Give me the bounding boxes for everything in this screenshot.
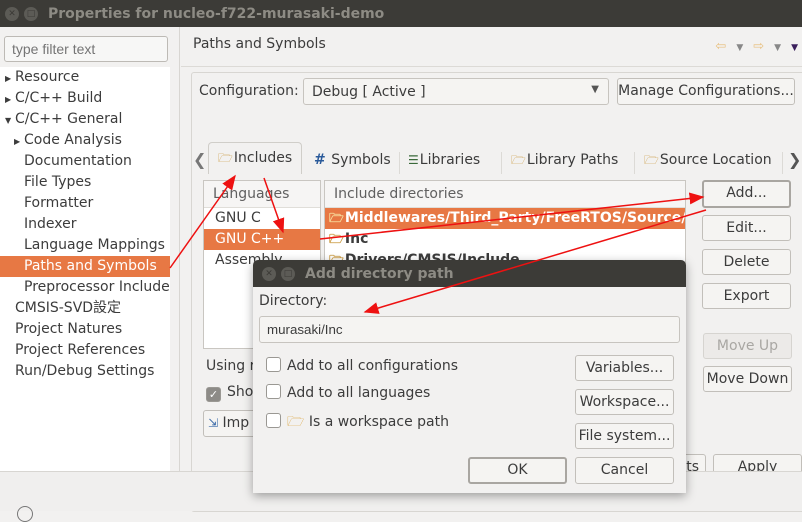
sidebar-item-preprocessor-include[interactable]: Preprocessor Include xyxy=(0,277,170,298)
tab-bar: ❮ 🗁Includes # Symbols ☰Libraries 🗁Librar… xyxy=(193,142,802,174)
include-directories-header: Include directories xyxy=(325,181,685,208)
dialog-maximize-button[interactable]: □ xyxy=(281,266,295,281)
maximize-icon: □ xyxy=(26,8,36,19)
dialog-titlebar: ✕ □ Add directory path xyxy=(253,260,686,287)
close-icon: ✕ xyxy=(265,268,273,279)
move-up-button[interactable]: Move Up xyxy=(703,333,792,359)
workspace-button[interactable]: Workspace... xyxy=(575,389,674,415)
move-down-button[interactable]: Move Down xyxy=(703,366,792,392)
sidebar-item-project-references[interactable]: Project References xyxy=(0,340,170,361)
filter-input[interactable] xyxy=(4,36,168,62)
sidebar-item-cpp-general[interactable]: ▼ C/C++ General xyxy=(0,109,170,130)
export-button[interactable]: Export xyxy=(702,283,791,309)
chevron-down-icon: ▼ xyxy=(591,84,599,95)
folder-icon: 🗁 xyxy=(287,414,305,430)
tab-symbols[interactable]: # Symbols xyxy=(314,147,391,175)
tab-divider xyxy=(782,152,783,174)
import-icon: ⇲ xyxy=(208,416,219,430)
checkbox-icon[interactable] xyxy=(266,357,281,372)
checkbox-icon[interactable] xyxy=(266,384,281,399)
directory-input[interactable] xyxy=(259,316,680,343)
libraries-icon: ☰ xyxy=(408,153,419,167)
cancel-button[interactable]: Cancel xyxy=(575,457,674,484)
sidebar-item-documentation[interactable]: Documentation xyxy=(0,151,170,172)
maximize-icon: □ xyxy=(283,268,293,279)
window-titlebar: ✕ □ Properties for nucleo-f722-murasaki-… xyxy=(0,0,802,27)
ok-button[interactable]: OK xyxy=(468,457,567,484)
include-item[interactable]: 🗁Inc xyxy=(325,229,685,250)
help-icon[interactable] xyxy=(17,506,33,522)
variables-button[interactable]: Variables... xyxy=(575,355,674,381)
forward-dropdown-icon[interactable]: ▼ xyxy=(774,39,781,57)
dialog-title: Add directory path xyxy=(305,265,454,282)
sidebar-item-file-types[interactable]: File Types xyxy=(0,172,170,193)
page-title: Paths and Symbols xyxy=(193,36,326,52)
tab-divider xyxy=(399,152,400,174)
languages-header: Languages xyxy=(204,181,320,208)
tab-divider xyxy=(501,152,502,174)
sidebar-item-paths-and-symbols[interactable]: Paths and Symbols xyxy=(0,256,170,277)
sidebar: ▶Resource ▶C/C++ Build ▼C/C++ General ▶C… xyxy=(0,27,180,471)
source-folder-icon: 🗁 xyxy=(644,153,659,167)
back-dropdown-icon[interactable]: ▼ xyxy=(736,39,743,57)
hash-icon: # xyxy=(314,152,326,168)
library-paths-icon: 🗁 xyxy=(511,153,526,167)
checkbox-checked-icon[interactable]: ✓ xyxy=(206,387,221,402)
sidebar-item-resource[interactable]: ▶ Resource xyxy=(0,67,170,88)
sidebar-item-formatter[interactable]: Formatter xyxy=(0,193,170,214)
language-item-gnu-c[interactable]: GNU C xyxy=(204,208,320,229)
checkbox-icon[interactable] xyxy=(266,413,281,428)
window-title: Properties for nucleo-f722-murasaki-demo xyxy=(48,5,385,22)
close-icon: ✕ xyxy=(8,8,16,19)
using-text: Using r xyxy=(206,358,256,374)
includes-folder-icon: 🗁 xyxy=(218,151,233,165)
tab-library-paths[interactable]: 🗁Library Paths xyxy=(511,147,618,175)
tab-divider xyxy=(634,152,635,174)
dialog-close-button[interactable]: ✕ xyxy=(262,266,276,281)
view-menu-icon[interactable]: ▼ xyxy=(791,39,798,57)
add-button[interactable]: Add... xyxy=(702,180,791,208)
manage-configurations-button[interactable]: Manage Configurations... xyxy=(617,78,795,105)
tab-includes[interactable]: 🗁Includes xyxy=(208,142,303,174)
expand-icon[interactable]: ▶ xyxy=(5,89,15,110)
sidebar-item-cmsis-svd[interactable]: CMSIS-SVD設定 xyxy=(0,298,170,319)
expand-icon[interactable]: ▶ xyxy=(14,131,24,152)
configuration-label: Configuration: xyxy=(199,83,299,99)
add-directory-dialog: ✕ □ Add directory path Directory: Add to… xyxy=(253,260,686,493)
tab-libraries[interactable]: ☰Libraries xyxy=(408,147,480,175)
file-system-button[interactable]: File system... xyxy=(575,423,674,449)
expand-icon[interactable]: ▶ xyxy=(5,68,15,89)
include-item[interactable]: 🗁Middlewares/Third_Party/FreeRTOS/Source… xyxy=(325,208,685,229)
tab-scroll-left[interactable]: ❮ xyxy=(193,147,206,175)
close-window-button[interactable]: ✕ xyxy=(5,6,19,21)
include-folder-icon: 🗁 xyxy=(329,211,344,225)
add-to-all-configurations-checkbox[interactable]: Add to all configurations xyxy=(266,357,458,374)
delete-button[interactable]: Delete xyxy=(702,249,791,275)
configuration-select[interactable]: Debug [ Active ] ▼ xyxy=(303,78,609,105)
title-divider xyxy=(181,66,802,67)
sidebar-item-indexer[interactable]: Indexer xyxy=(0,214,170,235)
collapse-icon[interactable]: ▼ xyxy=(5,110,15,131)
include-folder-icon: 🗁 xyxy=(329,232,344,246)
navigation-toolbar: ⇦ ▼ ⇨ ▼ ▼ xyxy=(715,39,798,57)
tab-scroll-right[interactable]: ❯ xyxy=(788,147,801,175)
back-arrow-icon[interactable]: ⇦ xyxy=(715,39,726,57)
directory-label: Directory: xyxy=(259,293,328,309)
edit-button[interactable]: Edit... xyxy=(702,215,791,241)
tab-source-location[interactable]: 🗁Source Location xyxy=(644,147,772,175)
add-to-all-languages-checkbox[interactable]: Add to all languages xyxy=(266,384,430,401)
property-tree: ▶ Resource ▶ C/C++ Build ▼ C/C++ General ▶ C… xyxy=(0,67,170,471)
sidebar-item-project-natures[interactable]: Project Natures xyxy=(0,319,170,340)
sidebar-item-language-mappings[interactable]: Language Mappings xyxy=(0,235,170,256)
workspace-path-checkbox[interactable]: 🗁 Is a workspace path xyxy=(266,411,449,435)
language-item-gnu-cpp[interactable]: GNU C++ xyxy=(204,229,320,250)
sidebar-item-run-debug-settings[interactable]: Run/Debug Settings xyxy=(0,361,170,382)
sidebar-item-cpp-build[interactable]: ▶ C/C++ Build xyxy=(0,88,170,109)
maximize-window-button[interactable]: □ xyxy=(24,6,38,21)
forward-arrow-icon[interactable]: ⇨ xyxy=(753,39,764,57)
sidebar-item-code-analysis[interactable]: ▶ Code Analysis xyxy=(0,130,170,151)
